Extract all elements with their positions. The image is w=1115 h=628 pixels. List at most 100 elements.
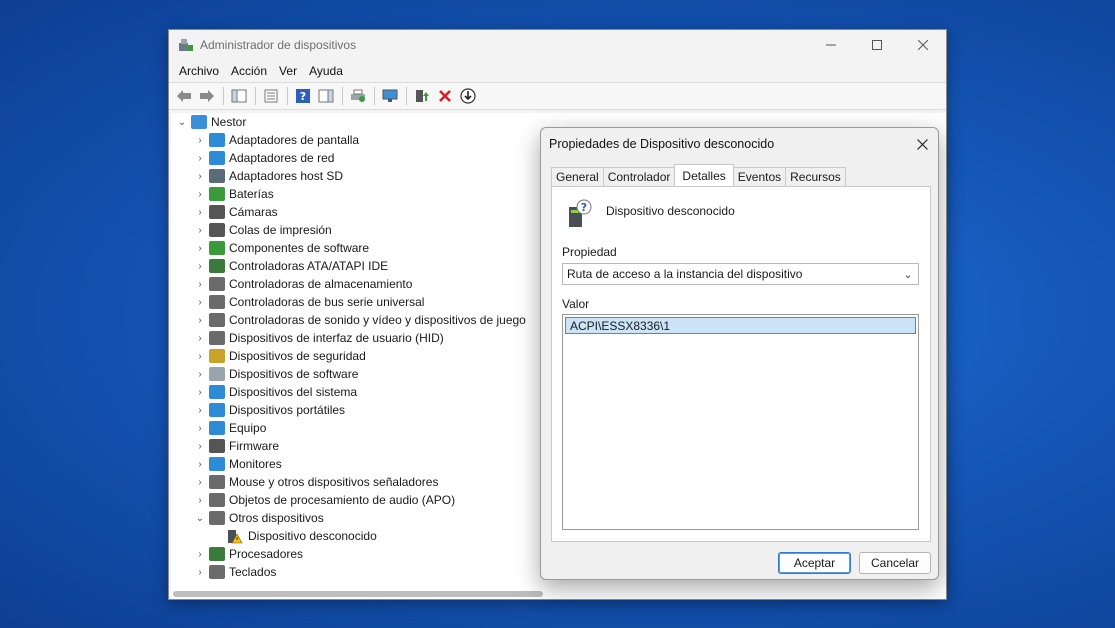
chevron-right-icon[interactable]: › — [193, 293, 207, 311]
properties-button[interactable] — [260, 85, 282, 107]
chevron-right-icon[interactable]: › — [193, 185, 207, 203]
menu-bar: Archivo Acción Ver Ayuda — [169, 60, 946, 82]
tab-general[interactable]: General — [551, 167, 604, 186]
toolbar-separator — [287, 87, 288, 105]
tab-eventos[interactable]: Eventos — [732, 167, 787, 186]
menu-accion[interactable]: Acción — [225, 64, 273, 78]
menu-ver[interactable]: Ver — [273, 64, 303, 78]
dialog-close-button[interactable] — [906, 128, 938, 160]
value-label: Valor — [562, 297, 590, 311]
forward-button[interactable] — [196, 85, 218, 107]
chevron-right-icon[interactable]: › — [193, 203, 207, 221]
maximize-icon — [872, 40, 882, 50]
tree-category-label: Dispositivos de seguridad — [229, 349, 366, 363]
print-button[interactable] — [347, 85, 369, 107]
toolbar-separator — [374, 87, 375, 105]
chevron-right-icon[interactable]: › — [193, 383, 207, 401]
value-listbox[interactable]: ACPI\ESSX8336\1 — [562, 314, 919, 530]
tree-category-label: Controladoras ATA/ATAPI IDE — [229, 259, 389, 273]
help-button[interactable]: ? — [292, 85, 314, 107]
chevron-right-icon[interactable]: › — [193, 563, 207, 581]
security-device-icon — [209, 349, 225, 363]
back-arrow-icon — [177, 90, 191, 102]
chevron-right-icon[interactable]: › — [193, 221, 207, 239]
tree-category-label: Otros dispositivos — [229, 511, 324, 525]
close-button[interactable] — [900, 30, 946, 60]
chevron-right-icon[interactable]: › — [193, 275, 207, 293]
tree-category-label: Objetos de procesamiento de audio (APO) — [229, 493, 456, 507]
device-header: ? Dispositivo desconocido — [566, 199, 735, 229]
disable-device-button[interactable] — [457, 85, 479, 107]
chevron-right-icon[interactable]: › — [193, 491, 207, 509]
chevron-down-icon[interactable]: ⌄ — [193, 509, 207, 527]
red-x-icon — [439, 90, 451, 102]
action-pane-button[interactable] — [315, 85, 337, 107]
tab-controlador[interactable]: Controlador — [602, 167, 676, 186]
toolbar-separator — [342, 87, 343, 105]
chevron-right-icon[interactable]: › — [193, 257, 207, 275]
chevron-down-icon[interactable]: ⌄ — [175, 113, 189, 131]
chevron-right-icon[interactable]: › — [193, 473, 207, 491]
horizontal-scrollbar[interactable] — [173, 591, 543, 597]
chevron-right-icon[interactable]: › — [193, 455, 207, 473]
tree-category-label: Controladoras de sonido y vídeo y dispos… — [229, 313, 526, 327]
title-bar[interactable]: Administrador de dispositivos — [169, 30, 946, 60]
keyboard-icon — [209, 565, 225, 579]
uninstall-device-button[interactable] — [434, 85, 456, 107]
property-selected-value: Ruta de acceso a la instancia del dispos… — [567, 267, 803, 281]
chevron-right-icon[interactable]: › — [193, 347, 207, 365]
device-manager-icon — [179, 39, 193, 51]
show-hide-console-tree-button[interactable] — [228, 85, 250, 107]
menu-ayuda[interactable]: Ayuda — [303, 64, 349, 78]
tree-category-label: Equipo — [229, 421, 267, 435]
chevron-right-icon[interactable]: › — [193, 329, 207, 347]
tree-category-label: Dispositivos del sistema — [229, 385, 358, 399]
tab-recursos[interactable]: Recursos — [785, 167, 846, 186]
maximize-button[interactable] — [854, 30, 900, 60]
tree-category-label: Monitores — [229, 457, 282, 471]
toolbar: ? — [169, 82, 946, 110]
chevron-right-icon[interactable]: › — [193, 131, 207, 149]
property-dropdown[interactable]: Ruta de acceso a la instancia del dispos… — [562, 263, 919, 285]
svg-text:?: ? — [581, 201, 587, 214]
minimize-icon — [826, 44, 836, 46]
tree-category-label: Teclados — [229, 565, 277, 579]
portable-device-icon — [209, 403, 225, 417]
unknown-device-icon — [209, 511, 225, 525]
software-component-icon — [209, 241, 225, 255]
firmware-icon — [209, 439, 225, 453]
back-button[interactable] — [173, 85, 195, 107]
forward-arrow-icon — [200, 90, 214, 102]
cancel-button[interactable]: Cancelar — [859, 552, 931, 574]
tree-category-label: Dispositivos de interfaz de usuario (HID… — [229, 331, 444, 345]
hid-icon — [209, 331, 225, 345]
value-list-item[interactable]: ACPI\ESSX8336\1 — [565, 317, 916, 334]
dialog-title-bar[interactable]: Propiedades de Dispositivo desconocido — [541, 128, 938, 160]
processor-icon — [209, 547, 225, 561]
update-driver-button[interactable] — [411, 85, 433, 107]
chevron-right-icon[interactable]: › — [193, 545, 207, 563]
tree-category-label: Dispositivos de software — [229, 367, 359, 381]
chevron-right-icon[interactable]: › — [193, 167, 207, 185]
chevron-right-icon[interactable]: › — [193, 239, 207, 257]
chevron-right-icon[interactable]: › — [193, 437, 207, 455]
ide-controller-icon — [209, 259, 225, 273]
mouse-icon — [209, 475, 225, 489]
chevron-right-icon[interactable]: › — [193, 401, 207, 419]
toolbar-separator — [406, 87, 407, 105]
printer-icon — [209, 223, 225, 237]
sd-host-icon — [209, 169, 225, 183]
tab-detalles[interactable]: Detalles — [674, 164, 734, 186]
tree-category-label: Adaptadores de red — [229, 151, 335, 165]
menu-archivo[interactable]: Archivo — [173, 64, 225, 78]
chevron-right-icon[interactable]: › — [193, 365, 207, 383]
dialog-title: Propiedades de Dispositivo desconocido — [549, 137, 775, 151]
chevron-right-icon[interactable]: › — [193, 311, 207, 329]
ok-button[interactable]: Aceptar — [778, 552, 851, 574]
properties-icon — [264, 89, 278, 103]
chevron-right-icon[interactable]: › — [193, 419, 207, 437]
chevron-right-icon[interactable]: › — [193, 149, 207, 167]
minimize-button[interactable] — [808, 30, 854, 60]
dialog-tabs: General Controlador Detalles Eventos Rec… — [551, 164, 846, 186]
scan-hardware-button[interactable] — [379, 85, 401, 107]
